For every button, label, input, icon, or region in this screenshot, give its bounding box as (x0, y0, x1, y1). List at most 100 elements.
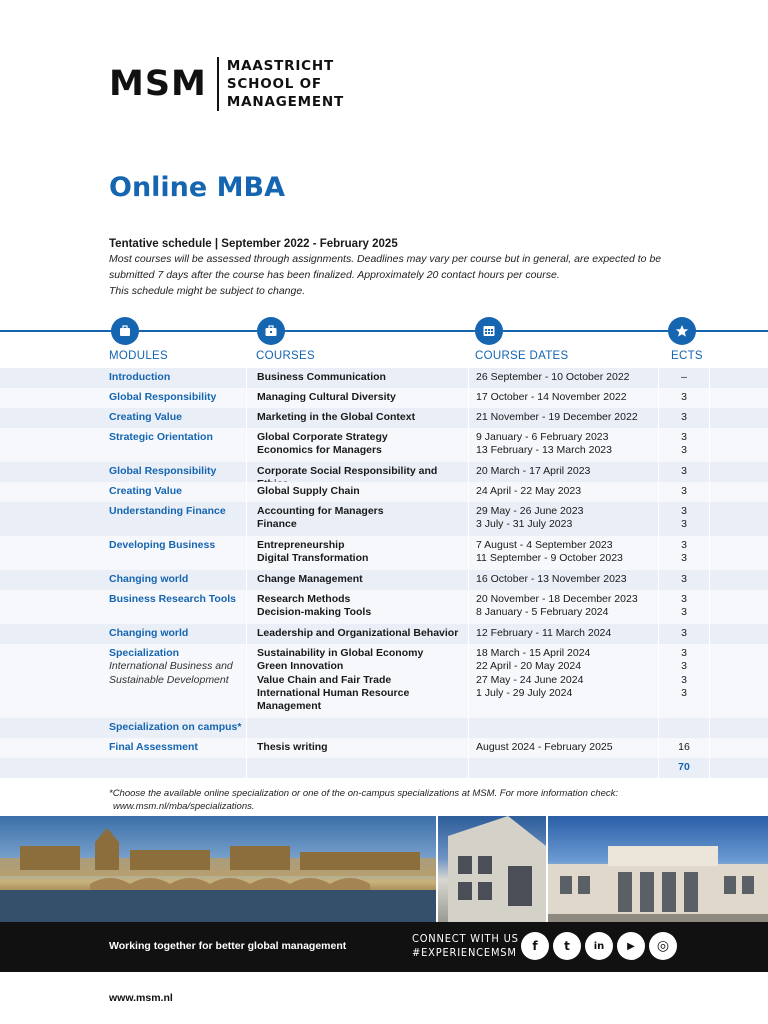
table-row: Strategic Orientation Global Corporate St… (0, 428, 768, 462)
module-name: Final Assessment (109, 741, 198, 753)
course-cell: Marketing in the Global Context (246, 408, 468, 428)
ects-cell: 3333 (658, 644, 710, 718)
star-icon (668, 317, 696, 345)
course-name: Global Corporate Strategy (257, 431, 388, 443)
module-name: Global Responsibility (109, 391, 217, 403)
ects-cell: 3 (658, 570, 710, 590)
date-cell (468, 718, 658, 738)
module-cell: Business Research Tools (109, 590, 243, 624)
ects-cell: 3 (658, 462, 710, 482)
course-date: 21 November - 19 December 2022 (476, 411, 638, 423)
course-name: Accounting for Managers (257, 505, 384, 517)
module-cell: Specialization International Business and… (109, 644, 243, 718)
photo-strip (0, 816, 768, 922)
table-row: Developing Business Entrepreneurship Digit… (0, 536, 768, 570)
module-cell: Creating Value (109, 482, 243, 502)
module-cell: Final Assessment (109, 738, 243, 758)
module-cell: Introduction (109, 368, 243, 388)
course-date: 29 May - 26 June 2023 (476, 505, 584, 517)
logo-line-3: MANAGEMENT (226, 94, 344, 110)
course-name: Entrepreneurship (257, 539, 345, 551)
ects-value: 3 (681, 485, 687, 497)
connect-line-2: #EXPERIENCEMSM (412, 946, 517, 959)
calendar-icon (475, 317, 503, 345)
ects-value: 3 (681, 647, 687, 659)
website-url[interactable]: www.msm.nl (109, 992, 173, 1004)
course-date: 3 July - 31 July 2023 (476, 518, 573, 531)
module-cell: Understanding Finance (109, 502, 243, 536)
module-name: Developing Business (109, 539, 216, 551)
module-subtitle: International Business and (109, 660, 233, 673)
youtube-icon[interactable]: ▶ (617, 932, 645, 960)
table-row: Specialization on campus* (0, 718, 768, 738)
module-name: Strategic Orientation (109, 431, 213, 443)
ects-value: 3 (681, 673, 687, 686)
course-cell: Leadership and Organizational Behavior (246, 624, 468, 644)
footnote-line-2[interactable]: www.msm.nl/mba/specializations. (109, 800, 669, 813)
ects-value: 3 (681, 465, 687, 477)
course-cell: Thesis writing (246, 738, 468, 758)
course-name: Change Management (257, 573, 363, 585)
course-cell: Accounting for Managers Finance (246, 502, 468, 536)
table-row: Creating Value Marketing in the Global Co… (0, 408, 768, 428)
date-cell: August 2024 - February 2025 (468, 738, 658, 758)
course-cell: Research Methods Decision-making Tools (246, 590, 468, 624)
ects-value: 3 (681, 606, 687, 619)
table-row: 70 (0, 758, 768, 778)
table-row: Changing world Change Management 16 Octobe… (0, 570, 768, 590)
page-title: Online MBA (109, 172, 285, 203)
module-cell: Global Responsibility (109, 388, 243, 408)
module-name: Changing world (109, 627, 189, 639)
course-date: 18 March - 15 April 2024 (476, 647, 591, 659)
ects-cell: 3 (658, 388, 710, 408)
date-cell: 29 May - 26 June 2023 3 July - 31 July 20… (468, 502, 658, 536)
footnote-line-1: *Choose the available online specializat… (109, 788, 619, 799)
column-header-ects: ECTS (671, 350, 703, 362)
course-date: 22 April - 20 May 2024 (476, 660, 582, 673)
course-date: 20 March - 17 April 2023 (476, 465, 591, 477)
module-name: Specialization (109, 647, 180, 659)
course-cell: Entrepreneurship Digital Transformation (246, 536, 468, 570)
logo-divider (216, 57, 219, 111)
ects-cell: 33 (658, 428, 710, 462)
module-name: Business Research Tools (109, 593, 237, 605)
table-row: Introduction Business Communication 26 Sep… (0, 368, 768, 388)
module-cell: Changing world (109, 570, 243, 590)
twitter-icon[interactable]: t (553, 932, 581, 960)
course-name: Digital Transformation (257, 552, 369, 565)
description-line-1: Most courses will be assessed through as… (109, 253, 662, 265)
date-cell: 16 October - 13 November 2023 (468, 570, 658, 590)
description-line-3: This schedule might be subject to change… (109, 285, 306, 297)
date-cell: 7 August - 4 September 2023 11 September … (468, 536, 658, 570)
modules-icon (111, 317, 139, 345)
table-row: Global Responsibility Corporate Social Re… (0, 462, 768, 490)
module-cell (109, 758, 243, 778)
facebook-icon[interactable]: f (521, 932, 549, 960)
campus-building-photo (438, 816, 546, 922)
ects-cell: 33 (658, 590, 710, 624)
course-date: 11 September - 9 October 2023 (476, 552, 623, 565)
ects-value: 3 (681, 593, 687, 605)
course-date: 13 February - 13 March 2023 (476, 444, 612, 457)
ects-cell: 3 (658, 482, 710, 502)
course-date: 20 November - 18 December 2023 (476, 593, 638, 605)
module-subtitle: Sustainable Development (109, 673, 229, 686)
ects-cell: 33 (658, 536, 710, 570)
ects-value: 3 (681, 539, 687, 551)
schedule-table: Introduction Business Communication 26 Sep… (0, 368, 768, 778)
linkedin-icon[interactable]: in (585, 932, 613, 960)
ects-value: 3 (681, 686, 687, 699)
course-cell: Global Supply Chain (246, 482, 468, 502)
date-cell: 17 October - 14 November 2022 (468, 388, 658, 408)
column-header-dates: COURSE DATES (475, 350, 569, 362)
connect-text: CONNECT WITH US #EXPERIENCEMSM (412, 932, 519, 960)
course-date: 24 April - 22 May 2023 (476, 485, 582, 497)
course-name: Economics for Managers (257, 444, 382, 457)
course-date: 8 January - 5 February 2024 (476, 606, 609, 619)
instagram-icon[interactable]: ◎ (649, 932, 677, 960)
course-name: International Human Resource (257, 686, 410, 699)
ects-total-cell: 70 (658, 758, 710, 778)
course-name: Sustainability in Global Economy (257, 647, 424, 659)
table-row: Changing world Leadership and Organizatio… (0, 624, 768, 644)
course-date: 12 February - 11 March 2024 (476, 627, 612, 639)
